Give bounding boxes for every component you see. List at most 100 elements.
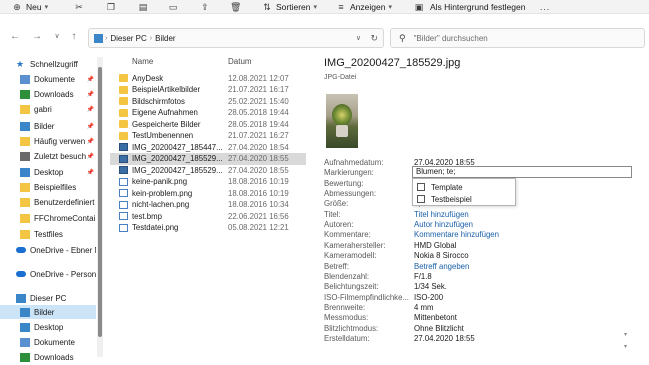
file-row[interactable]: nicht-lachen.png 18.08.2016 10:34 bbox=[110, 199, 306, 211]
history-chevron-icon[interactable]: ∨ bbox=[51, 31, 63, 43]
sidebar-item[interactable]: Desktop 📌 bbox=[0, 165, 96, 179]
folder-icon bbox=[119, 120, 128, 128]
tag-option-testbeispiel[interactable]: Testbeispiel bbox=[417, 193, 472, 205]
sidebar-item[interactable]: OneDrive - Persona bbox=[0, 267, 96, 281]
sidebar-item-label: OneDrive - Ebner M bbox=[30, 245, 96, 255]
address-bar[interactable]: › Dieser PC › Bilder ∨ ↻ bbox=[88, 28, 384, 48]
property-label: Aufnahmedatum: bbox=[324, 158, 384, 167]
file-row[interactable]: keine-panik.png 18.08.2016 10:19 bbox=[110, 176, 306, 188]
sidebar-item[interactable]: FFChromeContai bbox=[0, 211, 96, 225]
property-label: ISO-Filmempfindlichke... bbox=[324, 292, 409, 302]
property-value[interactable]: Betreff angeben bbox=[414, 262, 469, 271]
sidebar-scrollbar-thumb[interactable] bbox=[98, 67, 102, 337]
more-button[interactable]: ... bbox=[540, 0, 550, 14]
file-name: TestUmbenennen bbox=[132, 131, 194, 140]
folder-icon bbox=[20, 104, 30, 114]
tag-option-label: Template bbox=[431, 182, 463, 192]
column-header-date[interactable]: Datum bbox=[228, 57, 252, 66]
file-row[interactable]: Bildschirmfotos 25.02.2021 15:40 bbox=[110, 95, 306, 107]
sidebar-item[interactable]: Downloads 📌 bbox=[0, 87, 96, 101]
property-value: Nokia 8 Sirocco bbox=[414, 251, 469, 261]
copy-button[interactable]: ❐ bbox=[106, 0, 116, 14]
checkbox[interactable] bbox=[417, 195, 425, 203]
chevron-down-icon[interactable]: ▾ bbox=[624, 331, 627, 338]
property-value[interactable]: Kommentare hinzufügen bbox=[414, 230, 499, 239]
file-date: 25.02.2021 15:40 bbox=[228, 96, 289, 106]
search-input[interactable]: ⚲ "Bilder" durchsuchen bbox=[390, 28, 645, 48]
file-row[interactable]: Eigene Aufnahmen 28.05.2018 19:44 bbox=[110, 107, 306, 119]
refresh-icon[interactable]: ↻ bbox=[370, 33, 378, 44]
paste-button[interactable]: ▤ bbox=[138, 0, 148, 14]
share-button[interactable]: ⇪ bbox=[200, 0, 210, 14]
sidebar-item[interactable]: Bilder 📌 bbox=[0, 119, 96, 133]
property-label: Brennweite: bbox=[324, 302, 366, 312]
image-file-icon bbox=[119, 200, 128, 209]
chevron-down-icon[interactable]: ▾ bbox=[624, 343, 627, 350]
sidebar-item[interactable]: Häufig verwen 📌 bbox=[0, 134, 96, 148]
property-value[interactable]: Titel hinzufügen bbox=[414, 210, 469, 219]
file-row[interactable]: BeispielArtikelbilder 21.07.2021 16:17 bbox=[110, 84, 306, 96]
sidebar-item[interactable]: Beispielfiles bbox=[0, 180, 96, 194]
property-value: HMD Global bbox=[414, 240, 457, 250]
sidebar-item[interactable]: OneDrive - Ebner M bbox=[0, 243, 96, 257]
sidebar-item[interactable]: Testfiles bbox=[0, 227, 96, 241]
file-name: nicht-lachen.png bbox=[132, 200, 190, 209]
tags-input[interactable]: Blumen; te; bbox=[412, 166, 632, 178]
breadcrumb-this-pc[interactable]: Dieser PC bbox=[110, 34, 146, 43]
chevron-down-icon[interactable]: ∨ bbox=[356, 34, 361, 42]
cut-button[interactable]: ✂ bbox=[74, 0, 84, 14]
file-row[interactable]: IMG_20200427_185529... 27.04.2020 18:55 bbox=[110, 152, 306, 165]
pictures-icon bbox=[94, 33, 103, 43]
navigation-pane: ★ Schnellzugriff Dokumente 📌 Downloads 📌 gabri… bbox=[0, 57, 103, 365]
property-value: 1/34 Sek. bbox=[414, 282, 447, 292]
file-row[interactable]: TestUmbenennen 21.07.2021 16:27 bbox=[110, 130, 306, 142]
file-row[interactable]: IMG_20200427_185447... 27.04.2020 18:54 bbox=[110, 141, 306, 153]
rename-button[interactable]: ▭ bbox=[168, 0, 178, 14]
image-file-icon bbox=[119, 212, 128, 220]
sidebar-item[interactable]: Benutzerdefiniert bbox=[0, 195, 96, 209]
onedrive-icon bbox=[16, 271, 26, 277]
property-label: Abmessungen: bbox=[324, 189, 377, 199]
sort-button[interactable]: ⇅ Sortieren ▾ bbox=[262, 0, 317, 14]
sidebar-item[interactable]: ★ Schnellzugriff bbox=[0, 57, 96, 71]
pin-icon: 📌 bbox=[86, 153, 94, 160]
new-button[interactable]: ⊕ Neu ▾ bbox=[12, 0, 48, 14]
file-row[interactable]: Testdatei.png 05.08.2021 12:21 bbox=[110, 222, 306, 234]
sidebar-item[interactable]: Downloads bbox=[0, 350, 96, 364]
file-date: 28.05.2018 19:44 bbox=[228, 119, 289, 129]
forward-arrow-icon[interactable]: → bbox=[31, 31, 43, 43]
file-row[interactable]: AnyDesk 12.08.2021 12:07 bbox=[110, 72, 306, 84]
sidebar-item[interactable]: Dokumente 📌 bbox=[0, 72, 96, 86]
sidebar-item[interactable]: Bilder bbox=[0, 305, 96, 319]
sidebar-item[interactable]: Dieser PC bbox=[0, 291, 96, 305]
set-background-button[interactable]: ▣ Als Hintergrund festlegen bbox=[414, 0, 526, 14]
sidebar-item[interactable]: Desktop bbox=[0, 320, 96, 334]
folder-icon bbox=[119, 74, 128, 82]
file-date: 12.08.2021 12:07 bbox=[228, 73, 289, 83]
sidebar-item[interactable]: Zuletzt besuch 📌 bbox=[0, 149, 96, 163]
file-row[interactable]: test.bmp 22.06.2021 16:56 bbox=[110, 210, 306, 222]
sidebar-item[interactable]: gabri 📌 bbox=[0, 102, 96, 116]
property-value: F/1.8 bbox=[414, 271, 432, 281]
breadcrumb-pictures[interactable]: Bilder bbox=[155, 34, 175, 43]
column-header-name[interactable]: Name bbox=[132, 57, 153, 66]
file-row[interactable]: kein-problem.png 18.08.2016 10:19 bbox=[110, 187, 306, 199]
property-label: Titel: bbox=[324, 209, 341, 219]
file-row[interactable]: Gespeicherte Bilder 28.05.2018 19:44 bbox=[110, 118, 306, 130]
file-date: 28.05.2018 19:44 bbox=[228, 108, 289, 117]
sidebar-item[interactable]: Dokumente bbox=[0, 335, 96, 349]
checkbox[interactable] bbox=[417, 183, 425, 191]
back-arrow-icon[interactable]: ← bbox=[9, 31, 21, 43]
delete-button[interactable]: 🗑 bbox=[230, 0, 241, 14]
pin-icon: 📌 bbox=[86, 123, 94, 130]
view-icon: ≡ bbox=[338, 2, 344, 12]
up-arrow-icon[interactable]: ↑ bbox=[68, 31, 80, 43]
details-pane: IMG_20200427_185529.jpg JPG-Datei Aufnah… bbox=[318, 57, 649, 365]
sidebar-item-label: Desktop bbox=[34, 167, 64, 177]
share-icon: ⇪ bbox=[201, 2, 209, 12]
tag-option-template[interactable]: Template bbox=[417, 181, 463, 193]
view-button[interactable]: ≡ Anzeigen ▾ bbox=[336, 0, 392, 14]
property-value[interactable]: Autor hinzufügen bbox=[414, 220, 473, 229]
chevron-down-icon: ▾ bbox=[313, 4, 318, 11]
file-row[interactable]: IMG_20200427_185529... 27.04.2020 18:55 bbox=[110, 164, 306, 176]
